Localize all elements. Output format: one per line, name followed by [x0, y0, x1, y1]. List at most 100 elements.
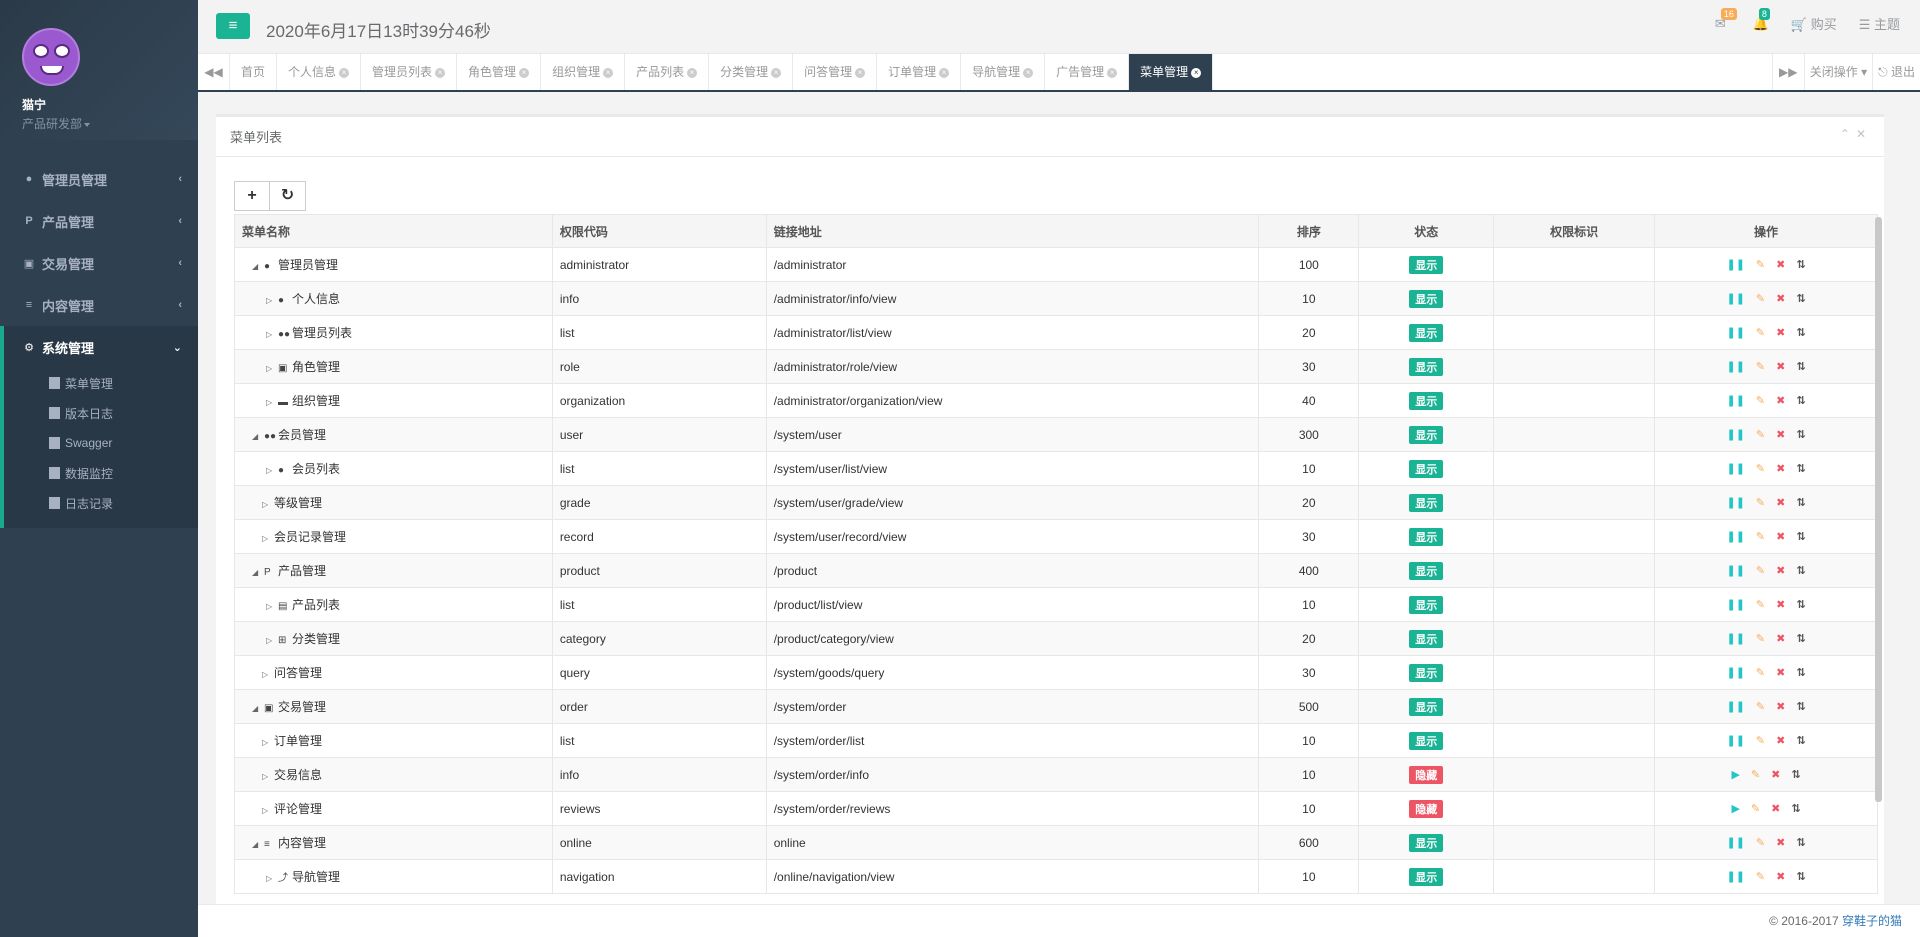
- edit-icon[interactable]: ✎: [1756, 326, 1765, 339]
- pause-icon[interactable]: ❚❚: [1726, 632, 1744, 645]
- delete-icon[interactable]: ✖: [1776, 258, 1785, 271]
- sort-icon[interactable]: ⇅: [1796, 394, 1805, 407]
- page-scrollbar[interactable]: [1875, 217, 1882, 802]
- table-row[interactable]: ▷ ● 个人信息 info/administrator/info/view 10 显示 ❚❚…: [234, 281, 1878, 316]
- sort-icon[interactable]: ⇅: [1796, 734, 1805, 747]
- sidebar-link[interactable]: ● 管理员管理 ‹: [0, 158, 198, 200]
- edit-icon[interactable]: ✎: [1756, 360, 1765, 373]
- close-ops-dropdown[interactable]: 关闭操作 ▾: [1803, 54, 1872, 90]
- logout-button[interactable]: ⎋ 退出: [1872, 54, 1920, 90]
- edit-icon[interactable]: ✎: [1756, 598, 1765, 611]
- tree-collapsed-icon[interactable]: ▷: [266, 602, 278, 611]
- sidebar-item-system[interactable]: ⚙ 系统管理 ⌄ 菜单管理 版本日志 Swagger 数据监控 日志记录: [0, 326, 198, 528]
- delete-icon[interactable]: ✖: [1776, 700, 1785, 713]
- sidebar-link[interactable]: ▣ 交易管理 ‹: [0, 242, 198, 284]
- delete-icon[interactable]: ✖: [1776, 326, 1785, 339]
- sort-icon[interactable]: ⇅: [1796, 666, 1805, 679]
- delete-icon[interactable]: ✖: [1771, 768, 1780, 781]
- delete-icon[interactable]: ✖: [1776, 292, 1785, 305]
- tab-close-icon[interactable]: ×: [855, 67, 866, 78]
- play-icon[interactable]: ▶: [1731, 768, 1739, 781]
- subnav-item-version[interactable]: 版本日志: [4, 398, 198, 428]
- sort-icon[interactable]: ⇅: [1796, 258, 1805, 271]
- edit-icon[interactable]: ✎: [1751, 802, 1760, 815]
- tree-collapsed-icon[interactable]: ▷: [266, 398, 278, 407]
- tree-expanded-icon[interactable]: ◢: [252, 704, 264, 713]
- tab-close-icon[interactable]: ×: [435, 67, 446, 78]
- close-icon[interactable]: ✕: [1856, 127, 1872, 141]
- delete-icon[interactable]: ✖: [1776, 360, 1785, 373]
- edit-icon[interactable]: ✎: [1756, 734, 1765, 747]
- pause-icon[interactable]: ❚❚: [1726, 598, 1744, 611]
- sort-icon[interactable]: ⇅: [1796, 326, 1805, 339]
- subnav-item-menu[interactable]: 菜单管理: [4, 368, 198, 398]
- pause-icon[interactable]: ❚❚: [1726, 394, 1744, 407]
- table-row[interactable]: ▷ ▬ 组织管理 organization/administrator/organiz…: [234, 383, 1878, 418]
- sidebar-item-product[interactable]: P 产品管理 ‹: [0, 200, 198, 242]
- sidebar-item-admin[interactable]: ● 管理员管理 ‹: [0, 158, 198, 200]
- tab-item[interactable]: 导航管理 ×: [961, 54, 1046, 90]
- table-row[interactable]: ▷ ● 会员列表 list/system/user/list/view 10 显示 ❚❚ ✎ ✖…: [234, 451, 1878, 486]
- table-row[interactable]: ◢ ● 管理员管理 administrator/administrator 100 显示 ❚…: [234, 247, 1878, 282]
- tree-collapsed-icon[interactable]: ▷: [266, 364, 278, 373]
- pause-icon[interactable]: ❚❚: [1726, 836, 1744, 849]
- table-row[interactable]: ▷ ▣ 角色管理 role/administrator/role/view 30 显示 ❚❚…: [234, 349, 1878, 384]
- tab-close-icon[interactable]: ×: [339, 67, 350, 78]
- sort-icon[interactable]: ⇅: [1796, 564, 1805, 577]
- edit-icon[interactable]: ✎: [1756, 700, 1765, 713]
- refresh-button[interactable]: ↻: [270, 181, 306, 211]
- sort-icon[interactable]: ⇅: [1791, 802, 1800, 815]
- tab-item[interactable]: 问答管理 ×: [793, 54, 878, 90]
- theme-link[interactable]: ☰ 主题: [1859, 14, 1900, 33]
- sidebar-item-content[interactable]: ≡ 内容管理 ‹: [0, 284, 198, 326]
- tree-collapsed-icon[interactable]: ▷: [262, 500, 274, 509]
- delete-icon[interactable]: ✖: [1776, 496, 1785, 509]
- sort-icon[interactable]: ⇅: [1796, 598, 1805, 611]
- tree-expanded-icon[interactable]: ◢: [252, 432, 264, 441]
- buy-link[interactable]: 🛒 购买: [1791, 14, 1837, 33]
- delete-icon[interactable]: ✖: [1771, 802, 1780, 815]
- tab-close-icon[interactable]: ×: [939, 67, 950, 78]
- tree-expanded-icon[interactable]: ◢: [252, 262, 264, 271]
- tree-collapsed-icon[interactable]: ▷: [262, 534, 274, 543]
- edit-icon[interactable]: ✎: [1756, 666, 1765, 679]
- delete-icon[interactable]: ✖: [1776, 870, 1785, 883]
- sort-icon[interactable]: ⇅: [1796, 292, 1805, 305]
- edit-icon[interactable]: ✎: [1756, 394, 1765, 407]
- tab-next-button[interactable]: ▶▶: [1771, 54, 1804, 90]
- pause-icon[interactable]: ❚❚: [1726, 734, 1744, 747]
- author-link[interactable]: 穿鞋子的猫: [1842, 914, 1902, 928]
- edit-icon[interactable]: ✎: [1756, 632, 1765, 645]
- table-row[interactable]: ◢ ▣ 交易管理 order/system/order 500 显示 ❚❚ ✎ ✖ ⇅: [234, 689, 1878, 724]
- table-row[interactable]: ▷ 问答管理 query/system/goods/query 30 显示 ❚❚ ✎ ✖ ⇅: [234, 655, 1878, 690]
- edit-icon[interactable]: ✎: [1756, 530, 1765, 543]
- pause-icon[interactable]: ❚❚: [1726, 258, 1744, 271]
- edit-icon[interactable]: ✎: [1756, 462, 1765, 475]
- pause-icon[interactable]: ❚❚: [1726, 326, 1744, 339]
- edit-icon[interactable]: ✎: [1751, 768, 1760, 781]
- menu-toggle-button[interactable]: ≡: [216, 13, 250, 39]
- notification-button[interactable]: 🔔 8: [1753, 7, 1770, 32]
- pause-icon[interactable]: ❚❚: [1726, 870, 1744, 883]
- avatar[interactable]: [22, 28, 80, 86]
- pause-icon[interactable]: ❚❚: [1726, 700, 1744, 713]
- table-row[interactable]: ▷ 订单管理 list/system/order/list 10 显示 ❚❚ ✎ ✖ ⇅: [234, 723, 1878, 758]
- table-row[interactable]: ◢ ≡ 内容管理 online online 600 显示 ❚❚ ✎ ✖ ⇅: [234, 825, 1878, 860]
- edit-icon[interactable]: ✎: [1756, 428, 1765, 441]
- sort-icon[interactable]: ⇅: [1796, 700, 1805, 713]
- pause-icon[interactable]: ❚❚: [1726, 360, 1744, 373]
- edit-icon[interactable]: ✎: [1756, 564, 1765, 577]
- sort-icon[interactable]: ⇅: [1796, 428, 1805, 441]
- table-row[interactable]: ▷ ●● 管理员列表 list/administrator/list/view 20 显示…: [234, 315, 1878, 350]
- table-row[interactable]: ▷ ⤴ 导航管理 navigation/online/navigation/view 1…: [234, 859, 1878, 894]
- tab-close-icon[interactable]: ×: [1191, 67, 1202, 78]
- tab-item[interactable]: 首页: [230, 54, 278, 90]
- sidebar-link[interactable]: ≡ 内容管理 ‹: [0, 284, 198, 326]
- pause-icon[interactable]: ❚❚: [1726, 564, 1744, 577]
- sort-icon[interactable]: ⇅: [1796, 870, 1805, 883]
- delete-icon[interactable]: ✖: [1776, 836, 1785, 849]
- tab-close-icon[interactable]: ×: [519, 67, 530, 78]
- tab-item[interactable]: 菜单管理 ×: [1129, 54, 1214, 90]
- table-row[interactable]: ▷ 等级管理 grade/system/user/grade/view 20 显示 ❚❚ ✎…: [234, 485, 1878, 520]
- tree-collapsed-icon[interactable]: ▷: [262, 670, 274, 679]
